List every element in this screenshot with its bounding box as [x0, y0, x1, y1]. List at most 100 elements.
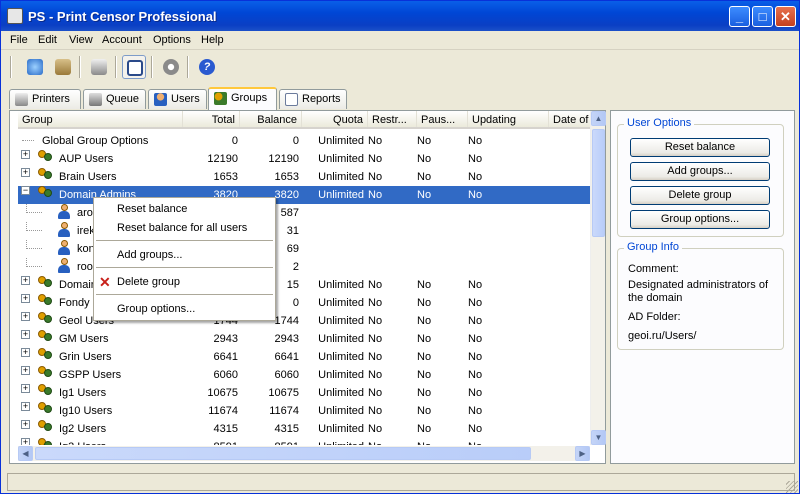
table-row[interactable]: + GSPP Users 6060 6060 Unlimited No No No	[18, 366, 590, 384]
printer-icon[interactable]	[87, 55, 111, 79]
cell-paus: No	[417, 369, 432, 381]
refresh-icon[interactable]	[23, 55, 47, 79]
menu-account[interactable]: Account	[102, 34, 142, 46]
cell-upd: No	[468, 369, 483, 381]
expand-icon[interactable]: +	[21, 294, 30, 303]
col-paused[interactable]: Paus...	[417, 111, 468, 127]
expand-icon[interactable]: +	[21, 276, 30, 285]
table-row[interactable]: + GM Users 2943 2943 Unlimited No No No	[18, 330, 590, 348]
scroll-thumb[interactable]	[592, 129, 605, 237]
row-name: Ig1 Users	[59, 387, 107, 399]
menu-reset-balance[interactable]: Reset balance	[94, 200, 275, 218]
close-button[interactable]: ✕	[775, 6, 796, 27]
menu-view[interactable]: View	[69, 34, 93, 46]
expand-icon[interactable]: +	[21, 312, 30, 321]
reset-balance-button[interactable]: Reset balance	[630, 138, 770, 157]
vertical-scrollbar[interactable]: ▲ ▼	[590, 111, 606, 445]
menu-add-groups[interactable]: Add groups...	[94, 246, 275, 264]
menu-delete-group[interactable]: ✕ Delete group	[94, 273, 275, 291]
scroll-left-button[interactable]: ◀	[18, 446, 33, 461]
table-row[interactable]: Global Group Options 0 0 Unlimited No No No	[18, 132, 590, 150]
window-icon[interactable]	[122, 55, 146, 79]
ad-folder-label: AD Folder:	[628, 311, 681, 323]
cell-balance: 10675	[268, 387, 299, 399]
cell-quota: Unlimited	[318, 135, 364, 147]
cell-balance: 8591	[238, 438, 299, 445]
cell-upd: No	[468, 315, 483, 327]
expand-icon[interactable]: +	[21, 420, 30, 429]
cell-balance: 2943	[274, 333, 299, 345]
side-panel: User Options Reset balance Add groups...…	[610, 110, 795, 464]
group-options-button[interactable]: Group options...	[630, 210, 770, 229]
row-name: Ig3 Users	[59, 438, 106, 445]
resize-grip[interactable]	[786, 481, 798, 493]
user-icon	[154, 93, 167, 106]
cell-total: 10675	[207, 387, 238, 399]
col-restricted[interactable]: Restr...	[368, 111, 417, 127]
scroll-right-button[interactable]: ▶	[575, 446, 590, 461]
delete-icon: ✕	[99, 274, 111, 290]
cell-upd: No	[468, 423, 483, 435]
expand-icon[interactable]: +	[21, 384, 30, 393]
cell-total: 6060	[213, 369, 238, 381]
collapse-icon[interactable]: −	[21, 186, 30, 195]
table-row[interactable]: + Brain Users 1653 1653 Unlimited No No No	[18, 168, 590, 186]
expand-icon[interactable]: +	[21, 402, 30, 411]
expand-icon[interactable]: +	[21, 348, 30, 357]
import-icon[interactable]	[51, 55, 75, 79]
cell-restr: No	[368, 315, 383, 327]
table-row[interactable]: + Ig1 Users 10675 10675 Unlimited No No No	[18, 384, 590, 402]
cell-paus: No	[417, 438, 462, 445]
user-icon	[58, 222, 70, 238]
col-quota[interactable]: Quota	[302, 111, 368, 127]
tab-printers[interactable]: Printers	[9, 89, 81, 109]
user-options-caption: User Options	[624, 117, 695, 129]
tab-users[interactable]: Users	[148, 89, 207, 109]
help-icon[interactable]: ?	[195, 55, 219, 79]
col-updating[interactable]: Updating	[468, 111, 549, 127]
tab-label: Groups	[231, 92, 268, 104]
group-icon	[38, 438, 53, 445]
title-bar[interactable]: PS - Print Censor Professional _ □ ✕	[1, 1, 799, 31]
menu-file[interactable]: File	[10, 34, 28, 46]
row-name: Grin Users	[59, 351, 112, 363]
delete-group-button[interactable]: Delete group	[630, 186, 770, 205]
app-icon[interactable]	[7, 8, 23, 24]
tab-queue[interactable]: Queue	[83, 89, 146, 109]
menu-group-options[interactable]: Group options...	[94, 300, 275, 318]
maximize-button[interactable]: □	[752, 6, 773, 27]
table-row[interactable]: + Grin Users 6641 6641 Unlimited No No No	[18, 348, 590, 366]
add-groups-button[interactable]: Add groups...	[630, 162, 770, 181]
group-icon	[38, 312, 53, 326]
tab-reports[interactable]: Reports	[279, 89, 347, 109]
expand-icon[interactable]: +	[21, 150, 30, 159]
cell-paus: No	[417, 351, 432, 363]
table-row[interactable]: + Ig2 Users 4315 4315 Unlimited No No No	[18, 420, 590, 438]
minimize-button[interactable]: _	[729, 6, 750, 27]
expand-icon[interactable]: +	[21, 168, 30, 177]
menu-edit[interactable]: Edit	[38, 34, 57, 46]
tab-groups[interactable]: Groups	[208, 87, 277, 110]
menu-help[interactable]: Help	[201, 34, 224, 46]
menu-reset-balance-all[interactable]: Reset balance for all users	[94, 219, 275, 237]
cell-paus: No	[417, 315, 432, 327]
expand-icon[interactable]: +	[21, 366, 30, 375]
table-row[interactable]: +Ig3 Users85918591UnlimitedNoNoNo	[18, 438, 590, 445]
col-total[interactable]: Total	[183, 111, 240, 127]
scroll-up-button[interactable]: ▲	[591, 111, 606, 126]
menu-options[interactable]: Options	[153, 34, 191, 46]
cell-upd: No	[468, 351, 483, 363]
col-group[interactable]: Group	[18, 111, 183, 127]
expand-icon[interactable]: +	[21, 330, 30, 339]
horizontal-scrollbar[interactable]: ◀ ▶	[18, 446, 590, 461]
scroll-down-button[interactable]: ▼	[591, 430, 606, 445]
cell-paus: No	[417, 279, 432, 291]
col-balance[interactable]: Balance	[240, 111, 302, 127]
expand-icon[interactable]: +	[21, 438, 30, 445]
settings-icon[interactable]	[159, 55, 183, 79]
row-name: Global Group Options	[42, 135, 149, 147]
hscroll-thumb[interactable]	[35, 447, 531, 460]
table-row[interactable]: + AUP Users 12190 12190 Unlimited No No No	[18, 150, 590, 168]
cell-quota: Unlimited	[318, 405, 364, 417]
table-row[interactable]: + Ig10 Users 11674 11674 Unlimited No No No	[18, 402, 590, 420]
